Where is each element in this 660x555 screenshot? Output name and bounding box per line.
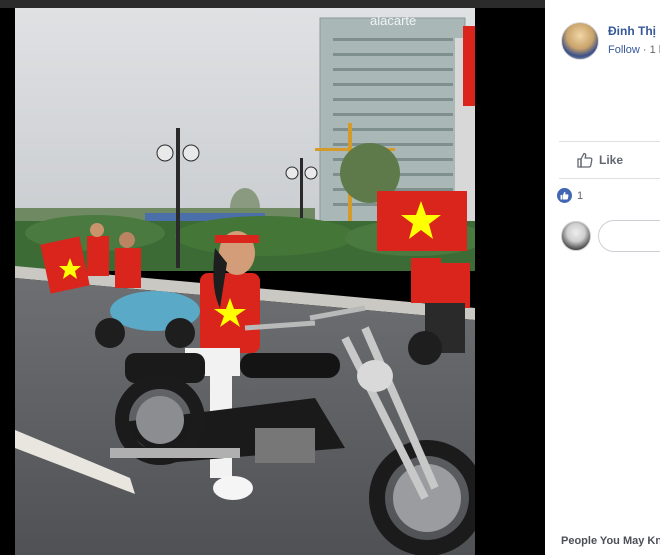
reaction-summary[interactable]: 1 <box>557 188 583 203</box>
post-time: · 1 h <box>642 44 660 56</box>
photo-scene: alacarte <box>15 8 475 555</box>
people-you-may-know-heading: People You May Know <box>561 535 660 547</box>
comment-input[interactable] <box>598 220 660 252</box>
like-button[interactable]: Like <box>577 150 623 170</box>
reaction-count: 1 <box>577 189 584 202</box>
thumbs-up-icon <box>577 152 593 168</box>
like-reaction-icon <box>557 188 572 203</box>
like-label: Like <box>599 153 624 167</box>
post-photo[interactable]: alacarte <box>15 8 475 555</box>
viewer-avatar <box>561 221 591 251</box>
follow-link[interactable]: Follow <box>608 44 640 56</box>
action-bar-divider-bottom <box>559 178 660 179</box>
photo-viewer: alacarte <box>0 0 545 555</box>
post-meta-row: Follow · 1 h <box>608 44 660 56</box>
author-name[interactable]: Đinh Thị <box>608 24 656 38</box>
building-sign: alacarte <box>370 13 416 28</box>
viewer-top-bar <box>0 0 545 8</box>
author-avatar[interactable] <box>561 22 599 60</box>
post-sidebar: Đinh Thị Follow · 1 h Like 1 People You … <box>545 0 660 555</box>
action-bar-divider-top <box>559 141 660 142</box>
